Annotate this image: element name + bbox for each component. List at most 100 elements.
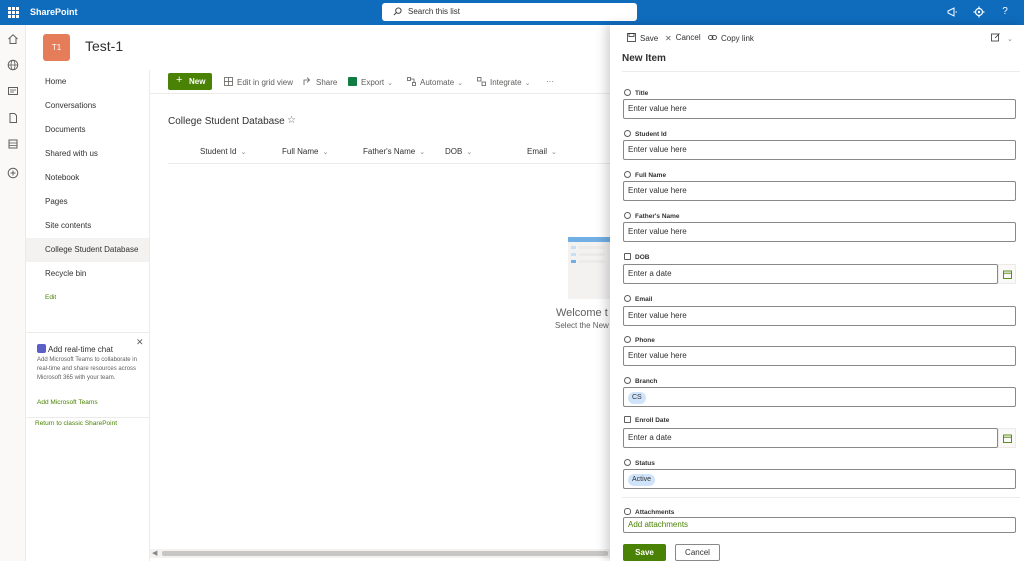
field-label-enroll-date: Enroll Date [624,416,669,424]
app-launcher-icon[interactable] [8,7,19,18]
chevron-down-icon: ⌄ [466,149,473,156]
branch-choice-input[interactable]: CS [623,387,1016,407]
column-header-full-name[interactable]: Full Name ⌄ [282,147,328,156]
integrate-label: Integrate [490,78,522,87]
add-circle-icon[interactable] [7,167,19,179]
nav-item-notebook[interactable]: Notebook [26,166,149,190]
edit-grid-button[interactable]: Edit in grid view [224,77,293,87]
globe-icon[interactable] [7,59,19,71]
column-header-fathers-name[interactable]: Father's Name ⌄ [363,147,425,156]
search-box[interactable]: Search this list [382,3,637,21]
plus-icon: + [176,74,183,86]
save-button[interactable]: Save [623,544,666,561]
star-icon[interactable]: ☆ [287,115,296,126]
scroll-left-icon[interactable]: ◀ [152,549,157,557]
brand-name[interactable]: SharePoint [30,7,78,17]
more-button[interactable]: ··· [546,77,554,86]
horizontal-scrollbar[interactable]: ◀ [150,549,610,558]
enroll-date-input[interactable]: Enter a date [623,428,998,448]
copy-link-button[interactable]: Copy link [708,33,754,43]
help-icon[interactable]: ? [999,6,1011,18]
site-title[interactable]: Test-1 [85,38,123,54]
dob-calendar-button[interactable] [998,264,1016,284]
calendar-icon [1003,434,1012,443]
field-label-fathers-name: Father's Name [624,212,680,220]
field-label-text: Father's Name [635,213,680,220]
title-input[interactable]: Enter value here [623,99,1016,119]
panel-cancel-button[interactable]: ✕ Cancel [665,33,701,43]
dob-date-input[interactable]: Enter a date [623,264,998,284]
nav-item-recycle-bin[interactable]: Recycle bin [26,262,149,286]
column-header-student-id[interactable]: Student Id ⌄ [200,147,246,156]
integrate-icon [477,77,486,86]
panel-cancel-label: Cancel [675,33,701,42]
nav-item-site-contents[interactable]: Site contents [26,214,149,238]
enroll-date-calendar-button[interactable] [998,428,1016,448]
nav-item-pages[interactable]: Pages [26,190,149,214]
chevron-down-icon: ⌄ [240,149,247,156]
close-icon[interactable]: ✕ [136,337,144,348]
column-header-label: DOB [445,147,463,156]
search-input[interactable]: Search this list [408,7,460,16]
scrollbar-thumb[interactable] [162,551,608,556]
nav-item-college-student-database[interactable]: College Student Database [26,238,149,262]
site-logo[interactable]: T1 [43,34,70,61]
megaphone-icon[interactable] [946,6,958,18]
text-field-icon [624,130,631,137]
command-bar: + New Edit in grid view Share Export ⌄ Aut… [150,70,610,94]
export-button[interactable]: Export ⌄ [348,77,393,87]
chevron-down-icon: ⌄ [551,149,557,156]
nav-item-home[interactable]: Home [26,70,149,94]
branch-chip[interactable]: CS [628,392,646,404]
fathers-name-input[interactable]: Enter value here [623,222,1016,242]
new-button-label: New [189,77,206,86]
app-bar [0,25,26,561]
text-field-icon [624,212,631,219]
return-to-classic-link[interactable]: Return to classic SharePoint [35,420,117,427]
field-label-dob: DOB [624,253,649,261]
chevron-down-icon: ⌄ [419,149,426,156]
chevron-down-icon: ⌄ [322,149,329,156]
nav-item-shared-with-us[interactable]: Shared with us [26,142,149,166]
panel-divider [622,71,1020,72]
integrate-button[interactable]: Integrate ⌄ [477,77,530,87]
news-icon[interactable] [7,85,19,97]
choice-field-icon [624,459,631,466]
share-icon [303,77,311,85]
lists-icon[interactable] [7,138,19,150]
nav-item-conversations[interactable]: Conversations [26,94,149,118]
email-input[interactable]: Enter value here [623,306,1016,326]
save-icon [627,33,636,42]
field-label-student-id: Student Id [624,130,667,138]
field-label-text: Email [635,296,653,303]
column-header-email[interactable]: Email ⌄ [527,147,557,156]
home-icon[interactable] [7,33,19,45]
chevron-down-icon: ⌄ [387,80,393,87]
column-header-dob[interactable]: DOB ⌄ [445,147,472,156]
student-id-input[interactable]: Enter value here [623,140,1016,160]
status-chip[interactable]: Active [628,474,656,486]
field-label-title: Title [624,89,648,97]
full-name-input[interactable]: Enter value here [623,181,1016,201]
automate-label: Automate [420,78,455,87]
new-button[interactable]: + New [168,73,212,90]
add-attachments-link[interactable]: Add attachments [623,517,1016,533]
edit-form-button[interactable]: ⌄ [991,33,1013,43]
empty-list-illustration [568,237,610,299]
text-field-icon [624,89,631,96]
gear-icon[interactable] [973,6,985,18]
nav-item-documents[interactable]: Documents [26,118,149,142]
panel-save-button[interactable]: Save [627,33,658,43]
add-teams-link[interactable]: Add Microsoft Teams [37,399,98,406]
teams-chat-card: ✕ Add real-time chat Add Microsoft Teams… [26,332,149,418]
cancel-button[interactable]: Cancel [675,544,720,561]
document-icon[interactable] [7,112,19,124]
automate-button[interactable]: Automate ⌄ [407,77,463,87]
new-item-panel: Save ✕ Cancel Copy link ⌄ New Item Title … [610,25,1024,561]
phone-input[interactable]: Enter value here [623,346,1016,366]
status-choice-input[interactable]: Active [623,469,1016,489]
field-label-text: DOB [635,254,650,261]
share-button[interactable]: Share [303,77,337,87]
nav-edit-link[interactable]: Edit [26,286,149,310]
list-title[interactable]: College Student Database [168,116,285,127]
